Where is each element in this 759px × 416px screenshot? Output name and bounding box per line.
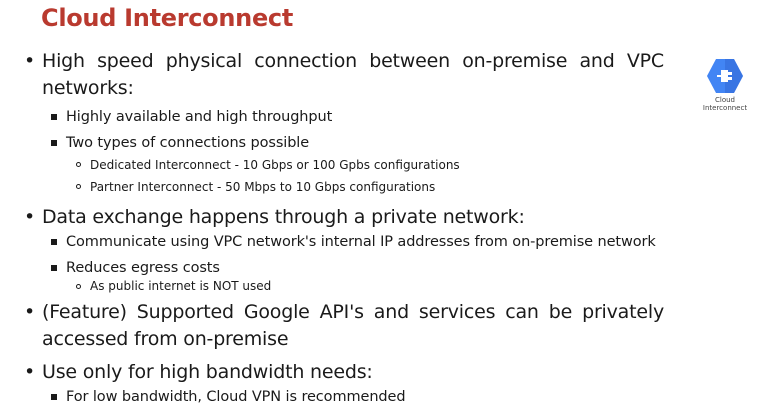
cloud-interconnect-icon: [707, 59, 743, 93]
bullet-2-sub-2: Reduces egress costs: [24, 257, 664, 279]
bullet-1: • High speed physical connection between…: [24, 48, 664, 102]
bullet-list: • High speed physical connection between…: [24, 48, 664, 408]
square-bullet-icon: [51, 140, 57, 146]
circle-bullet-icon: [76, 162, 81, 167]
circle-bullet-icon: [76, 284, 81, 289]
square-bullet-icon: [51, 114, 57, 120]
bullet-dot-icon: •: [24, 361, 36, 383]
bullet-2-sub-2-a: As public internet is NOT used: [24, 279, 664, 293]
cloud-interconnect-logo: Cloud Interconnect: [697, 58, 753, 112]
bullet-dot-icon: •: [24, 301, 36, 323]
icon-caption-line1: Cloud: [715, 96, 735, 104]
bullet-1-sub-2-text: Two types of connections possible: [66, 135, 310, 151]
bullet-1-sub-1: Highly available and high throughput: [24, 106, 664, 128]
bullet-4: • Use only for high bandwidth needs:: [24, 359, 664, 386]
bullet-2-sub-1-text: Communicate using VPC network's internal…: [66, 234, 656, 250]
bullet-3-text: (Feature) Supported Google API's and ser…: [42, 301, 664, 350]
bullet-2: • Data exchange happens through a privat…: [24, 204, 664, 231]
square-bullet-icon: [51, 265, 57, 271]
bullet-dot-icon: •: [24, 50, 36, 72]
bullet-1-sub-2-b: Partner Interconnect - 50 Mbps to 10 Gbp…: [24, 176, 664, 198]
bullet-1-sub-2-a: Dedicated Interconnect - 10 Gbps or 100 …: [24, 154, 664, 176]
circle-bullet-icon: [76, 184, 81, 189]
bullet-4-sub-1: For low bandwidth, Cloud VPN is recommen…: [24, 386, 664, 408]
bullet-4-text: Use only for high bandwidth needs:: [42, 361, 373, 383]
bullet-3: • (Feature) Supported Google API's and s…: [24, 299, 664, 353]
bullet-2-sub-2-a-text: As public internet is NOT used: [90, 279, 272, 293]
bullet-1-sub-2-b-text: Partner Interconnect - 50 Mbps to 10 Gbp…: [90, 180, 436, 194]
bullet-2-sub-2-text: Reduces egress costs: [66, 260, 220, 276]
slide-title: Cloud Interconnect: [41, 4, 294, 32]
square-bullet-icon: [51, 394, 57, 400]
icon-caption: Cloud Interconnect: [697, 96, 753, 112]
icon-caption-line2: Interconnect: [702, 104, 748, 112]
bullet-1-sub-2-a-text: Dedicated Interconnect - 10 Gbps or 100 …: [90, 158, 460, 172]
bullet-4-sub-1-text: For low bandwidth, Cloud VPN is recommen…: [66, 389, 406, 405]
bullet-1-sub-2: Two types of connections possible: [24, 132, 664, 154]
bullet-1-sub-1-text: Highly available and high throughput: [66, 109, 333, 125]
square-bullet-icon: [51, 239, 57, 245]
bullet-2-text: Data exchange happens through a private …: [42, 206, 525, 228]
bullet-1-text: High speed physical connection between o…: [42, 50, 664, 99]
bullet-2-sub-1: Communicate using VPC network's internal…: [24, 231, 664, 253]
bullet-dot-icon: •: [24, 206, 36, 228]
